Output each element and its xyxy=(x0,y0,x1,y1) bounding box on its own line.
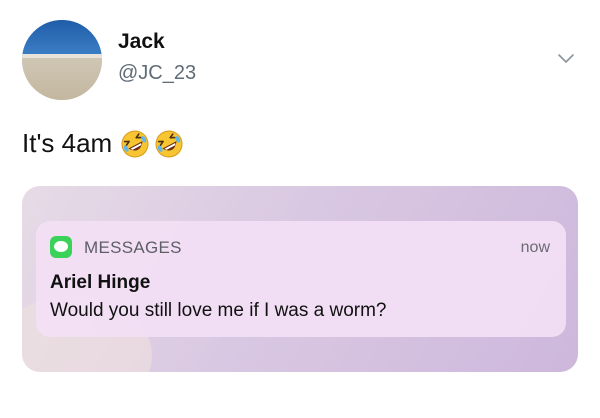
avatar-sand xyxy=(22,58,102,100)
tweet-header: Jack @JC_23 xyxy=(22,20,582,100)
tweet-text: It's 4am xyxy=(22,128,184,159)
notification-timestamp: now xyxy=(520,239,550,256)
messages-app-icon xyxy=(50,236,72,258)
notification-message: Would you still love me if I was a worm? xyxy=(50,300,387,321)
avatar-sea xyxy=(22,20,102,56)
message-bubble-icon xyxy=(54,241,68,252)
chevron-down-icon[interactable] xyxy=(556,48,576,68)
rolling-on-floor-laughing-emoji-icon xyxy=(121,130,149,157)
notification-app-name: MESSAGES xyxy=(84,238,182,257)
notification-screenshot: MESSAGES now Ariel Hinge Would you still… xyxy=(22,186,578,372)
author-display-name[interactable]: Jack xyxy=(118,30,165,54)
notification-banner[interactable]: MESSAGES now Ariel Hinge Would you still… xyxy=(36,221,566,337)
author-handle[interactable]: @JC_23 xyxy=(118,62,196,85)
notification-sender: Ariel Hinge xyxy=(50,272,151,293)
avatar[interactable] xyxy=(22,20,102,100)
rolling-on-floor-laughing-emoji-icon xyxy=(155,130,183,157)
tweet-body: It's 4am xyxy=(22,128,113,158)
